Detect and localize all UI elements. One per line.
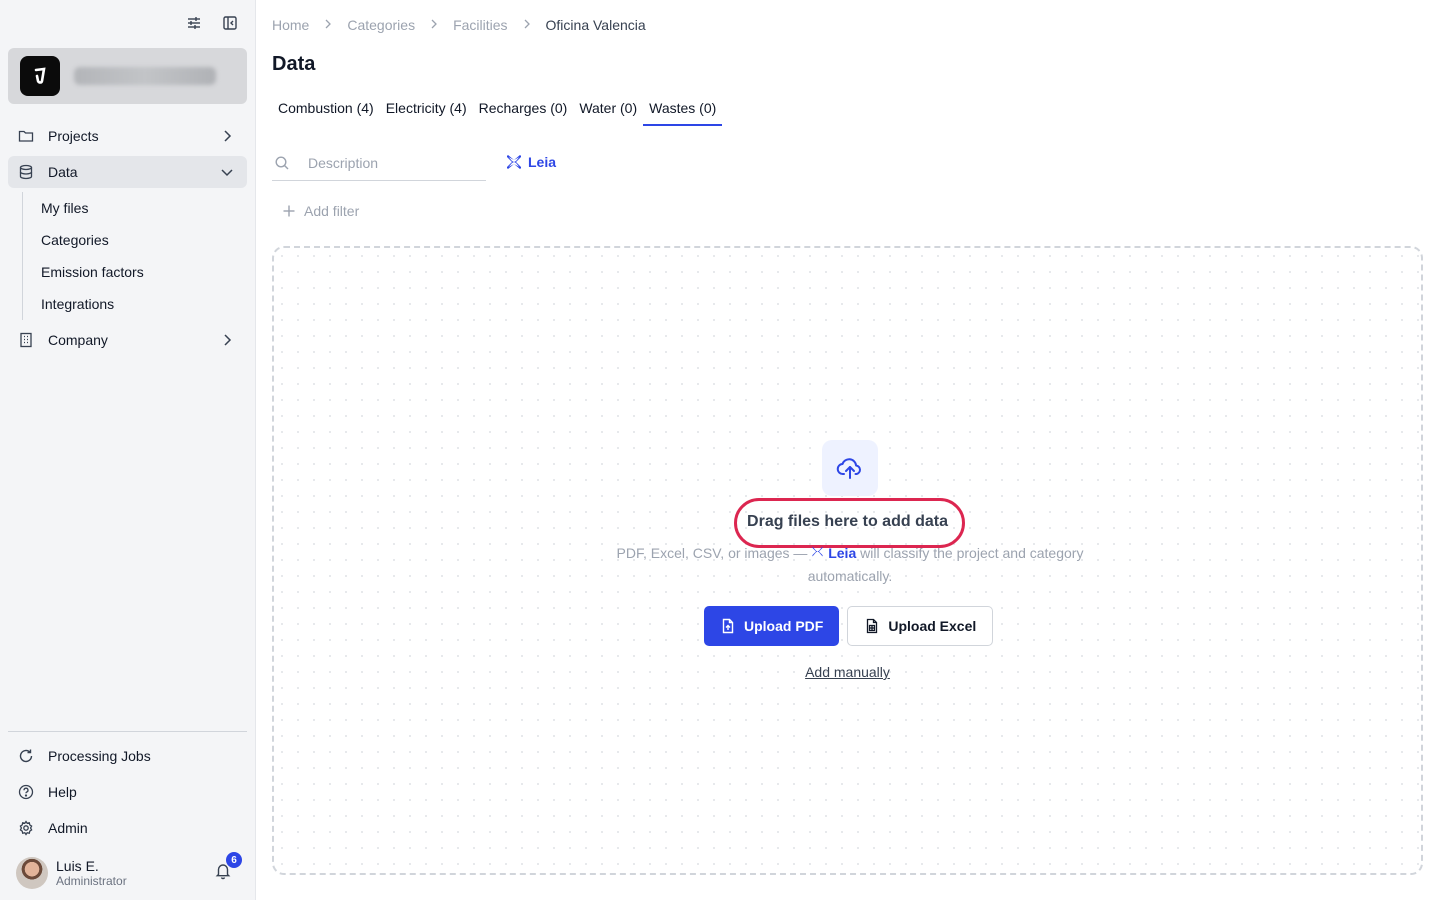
breadcrumb-facilities[interactable]: Facilities [453, 17, 507, 33]
sidebar-item-label: Data [48, 164, 78, 180]
chevron-right-icon [323, 18, 333, 32]
add-manually-link[interactable]: Add manually [274, 664, 1421, 680]
sidebar: Projects Data My files Categories Emissi… [0, 0, 256, 900]
sidebar-divider [8, 731, 247, 732]
upload-excel-label: Upload Excel [888, 618, 977, 634]
sidebar-item-label: Help [48, 784, 77, 800]
leia-inline-label: Leia [811, 545, 860, 561]
sidebar-item-label: Company [48, 332, 108, 348]
chevron-down-icon [219, 164, 235, 180]
sidebar-item-admin[interactable]: Admin [8, 812, 247, 844]
chevron-right-icon [522, 18, 532, 32]
main-content: Home Categories Facilities Oficina Valen… [272, 0, 1424, 900]
search-box [272, 146, 486, 181]
building-icon [18, 332, 34, 348]
breadcrumb-current: Oficina Valencia [545, 17, 646, 33]
database-icon [18, 164, 34, 180]
leia-sparkle-icon [812, 546, 823, 557]
breadcrumb-categories[interactable]: Categories [347, 17, 415, 33]
upload-pdf-button[interactable]: Upload PDF [704, 606, 840, 646]
leia-button[interactable]: Leia [505, 153, 556, 171]
data-subnav: My files Categories Emission factors Int… [22, 192, 247, 320]
sidebar-item-projects[interactable]: Projects [8, 120, 247, 152]
user-role: Administrator [56, 874, 127, 888]
upload-button-row: Upload PDF Upload Excel [704, 606, 994, 646]
gear-icon [18, 820, 34, 836]
sidebar-item-label: Processing Jobs [48, 748, 151, 764]
category-tabs: Combustion (4) Electricity (4) Recharges… [272, 92, 723, 126]
dropzone-subtitle-prefix: PDF, Excel, CSV, or images — [616, 545, 808, 561]
sidebar-nav: Projects Data My files Categories Emissi… [8, 120, 247, 360]
dropzone-subtitle: PDF, Excel, CSV, or images — Leia will c… [600, 542, 1100, 588]
search-icon [274, 155, 290, 171]
refresh-icon [18, 748, 34, 764]
sidebar-item-integrations[interactable]: Integrations [41, 288, 247, 320]
user-profile[interactable]: Luis E. Administrator 6 [16, 852, 246, 890]
tab-wastes[interactable]: Wastes (0) [643, 92, 723, 126]
upload-pdf-label: Upload PDF [744, 618, 824, 634]
sidebar-top-icons [185, 14, 239, 32]
sidebar-item-help[interactable]: Help [8, 776, 247, 808]
chevron-right-icon [219, 332, 235, 348]
sidebar-item-my-files[interactable]: My files [41, 192, 247, 224]
sidebar-item-label: Projects [48, 128, 99, 144]
organization-logo [20, 56, 60, 96]
sidebar-item-categories[interactable]: Categories [41, 224, 247, 256]
sidebar-item-emission-factors[interactable]: Emission factors [41, 256, 247, 288]
sidebar-item-label: Admin [48, 820, 88, 836]
notification-badge: 6 [226, 852, 242, 868]
spreadsheet-file-icon [864, 618, 880, 634]
collapse-sidebar-icon[interactable] [221, 14, 239, 32]
organization-name-blurred [74, 67, 216, 85]
add-filter-label: Add filter [304, 203, 360, 219]
upload-excel-button[interactable]: Upload Excel [847, 606, 994, 646]
sliders-icon[interactable] [185, 14, 203, 32]
search-input[interactable] [308, 155, 468, 171]
user-name: Luis E. [56, 858, 99, 874]
leia-sparkle-icon [505, 153, 523, 171]
add-filter-button[interactable]: Add filter [282, 203, 359, 219]
tab-combustion[interactable]: Combustion (4) [272, 92, 380, 126]
tab-water[interactable]: Water (0) [573, 92, 643, 126]
folder-icon [18, 128, 34, 144]
chevron-right-icon [429, 18, 439, 32]
file-dropzone[interactable]: Drag files here to add data PDF, Excel, … [272, 246, 1423, 875]
sidebar-item-data[interactable]: Data [8, 156, 247, 188]
chevron-right-icon [219, 128, 235, 144]
breadcrumb-home[interactable]: Home [272, 17, 309, 33]
breadcrumb: Home Categories Facilities Oficina Valen… [272, 17, 646, 33]
leia-label: Leia [528, 154, 557, 170]
highlight-annotation-ring [734, 498, 965, 548]
page-title: Data [272, 53, 316, 75]
organization-switcher[interactable] [8, 48, 247, 104]
sidebar-item-processing-jobs[interactable]: Processing Jobs [8, 740, 247, 772]
sidebar-bottom-nav: Processing Jobs Help Admin [8, 740, 247, 848]
tab-electricity[interactable]: Electricity (4) [380, 92, 473, 126]
user-info: Luis E. Administrator [56, 858, 127, 888]
tab-recharges[interactable]: Recharges (0) [473, 92, 574, 126]
leia-inline-text: Leia [828, 545, 857, 561]
cloud-upload-icon [822, 440, 878, 496]
help-circle-icon [18, 784, 34, 800]
avatar [16, 857, 48, 889]
plus-icon [282, 204, 296, 218]
file-upload-icon [720, 618, 736, 634]
sidebar-item-company[interactable]: Company [8, 324, 247, 356]
